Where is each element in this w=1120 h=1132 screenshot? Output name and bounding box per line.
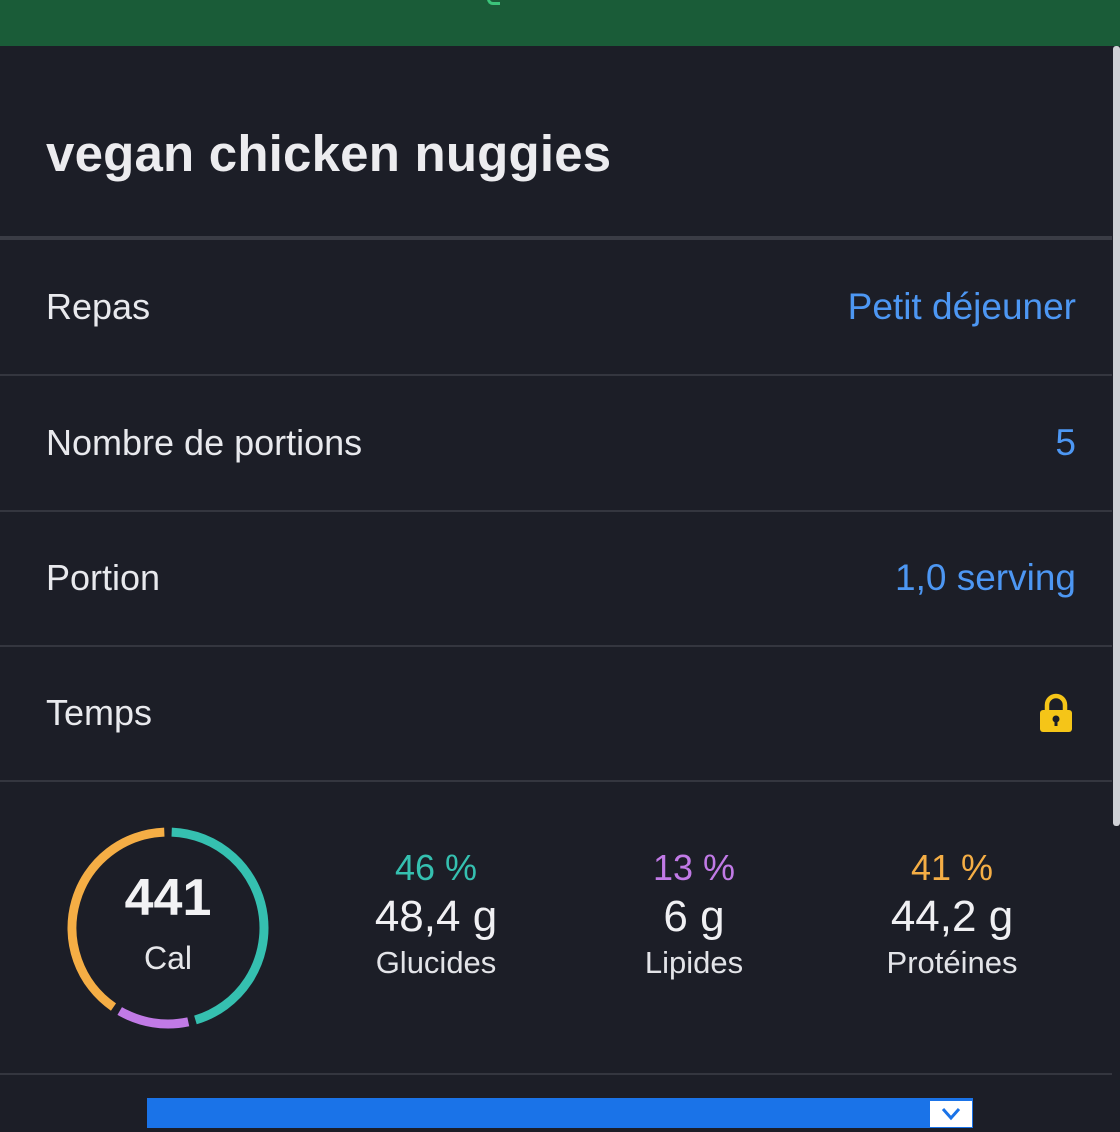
top-bar xyxy=(0,0,1120,46)
macro-protein: 41 % 44,2 g Protéines xyxy=(822,848,1082,982)
macro-carbs: 46 % 48,4 g Glucides xyxy=(306,848,566,982)
ad-close-button[interactable] xyxy=(930,1101,972,1127)
ad-banner[interactable] xyxy=(147,1098,973,1128)
calorie-unit: Cal xyxy=(143,940,192,976)
header: vegan chicken nuggies xyxy=(0,46,1112,236)
macro-label: Glucides xyxy=(375,945,497,980)
lock-icon[interactable] xyxy=(1038,693,1074,733)
row-repas[interactable]: Repas Petit déjeuner xyxy=(0,240,1112,376)
row-servings[interactable]: Nombre de portions 5 xyxy=(0,376,1112,512)
macro-label: Lipides xyxy=(644,945,744,980)
macro-fat: 13 % 6 g Lipides xyxy=(564,848,824,982)
ring-segment-fat xyxy=(117,1007,190,1029)
row-label: Portion xyxy=(46,557,161,598)
macro-grams: 48,4 g xyxy=(374,892,498,941)
row-label: Repas xyxy=(46,286,151,327)
chevron-down-icon xyxy=(941,1108,961,1121)
scrollbar[interactable] xyxy=(1113,46,1120,826)
calorie-ring xyxy=(67,827,269,1029)
macro-label: Protéines xyxy=(886,945,1018,980)
row-time[interactable]: Temps xyxy=(0,646,1112,782)
meal-value[interactable]: Petit déjeuner xyxy=(848,286,1076,328)
row-label: Temps xyxy=(46,692,153,733)
nutrition-summary: 441 Cal 46 % 48,4 g Glucides 13 % 6 g Li… xyxy=(0,780,1112,1075)
macro-grams: 44,2 g xyxy=(890,892,1014,941)
row-portion[interactable]: Portion 1,0 serving xyxy=(0,511,1112,647)
macro-percent: 41 % xyxy=(910,847,994,888)
portion-value[interactable]: 1,0 serving xyxy=(895,557,1076,599)
servings-value[interactable]: 5 xyxy=(1055,422,1076,464)
calorie-value: 441 xyxy=(124,869,212,927)
macro-percent: 46 % xyxy=(394,847,478,888)
macro-percent: 13 % xyxy=(652,847,736,888)
page-title: vegan chicken nuggies xyxy=(46,125,612,182)
top-bar-icon xyxy=(487,0,500,5)
macro-grams: 6 g xyxy=(663,892,725,941)
row-label: Nombre de portions xyxy=(46,422,363,463)
